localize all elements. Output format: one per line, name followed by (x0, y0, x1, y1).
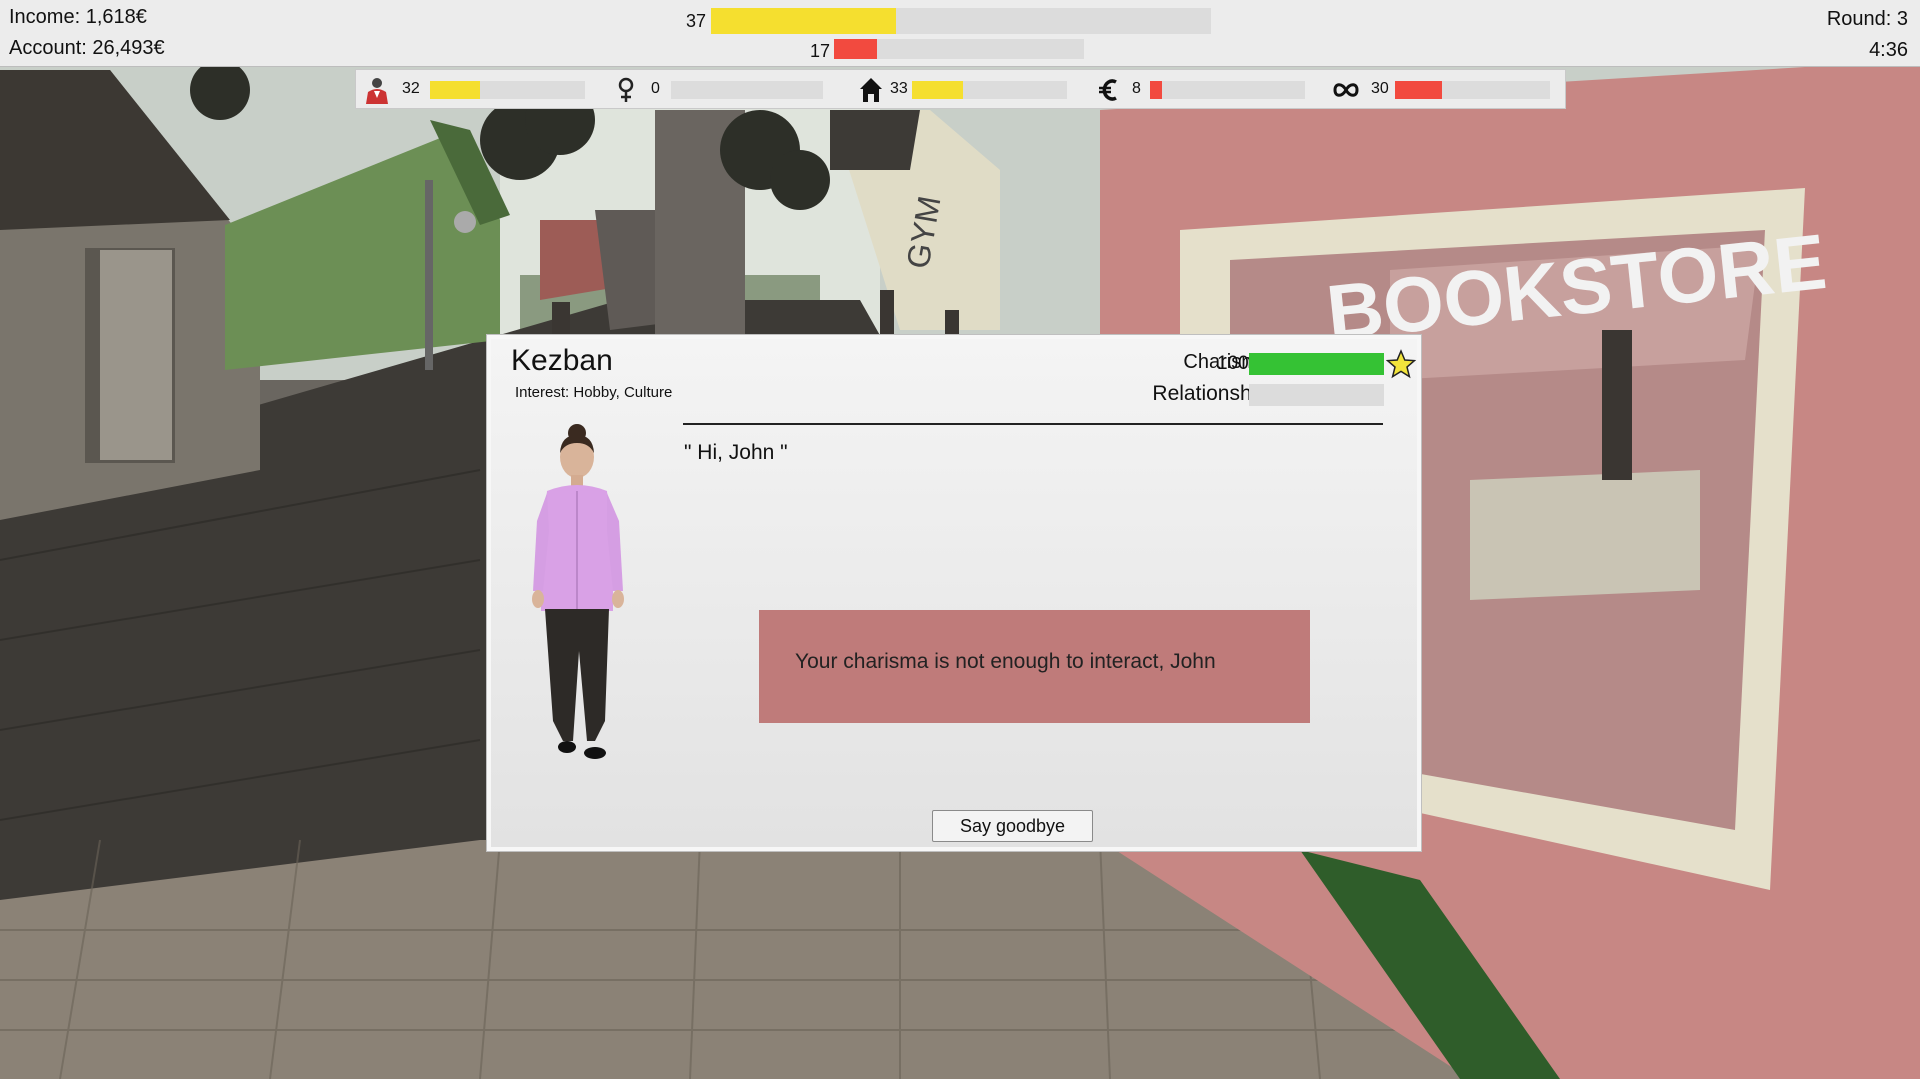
stat-time-bar (1395, 81, 1550, 99)
main-progress-bar-2 (834, 39, 1084, 59)
npc-dialog: Kezban Interest: Hobby, Culture Charisma… (487, 335, 1421, 851)
stat-time-value: 30 (1371, 80, 1389, 97)
income-readout: Income: 1,618€ (9, 6, 147, 28)
star-icon (1385, 349, 1417, 379)
stat-time-bar-fill (1395, 81, 1442, 99)
charisma-warning-text: Your charisma is not enough to interact,… (795, 649, 1216, 673)
timer-readout: 4:36 (1869, 39, 1908, 61)
main-bar-1-value: 37 (685, 11, 706, 31)
main-bar-2-value: 17 (809, 41, 830, 61)
npc-name: Kezban (511, 344, 613, 377)
stat-home-bar-fill (912, 81, 964, 99)
top-hud: Income: 1,618€ Account: 26,493€ 37 17 Ro… (0, 0, 1920, 67)
stat-home-bar (912, 81, 1067, 99)
stat-partner-value: 0 (651, 80, 660, 97)
say-goodbye-button[interactable]: Say goodbye (932, 810, 1093, 842)
stat-home-value: 33 (890, 80, 908, 97)
main-progress-bar-1-fill (711, 8, 896, 34)
house-icon (856, 76, 886, 104)
stats-strip: 32 0 33 8 30 (355, 69, 1566, 109)
main-progress-bar-2-fill (834, 39, 877, 59)
stat-money-bar (1150, 81, 1305, 99)
charisma-value: 100 (1217, 353, 1249, 374)
stat-career-bar (430, 81, 585, 99)
person-icon (362, 76, 392, 104)
npc-portrait (509, 421, 649, 823)
euro-icon (1094, 76, 1124, 104)
stat-career-value: 32 (402, 80, 420, 97)
header-divider (683, 423, 1383, 425)
stat-money-bar-fill (1150, 81, 1163, 99)
female-symbol-icon (611, 76, 641, 104)
account-readout: Account: 26,493€ (9, 37, 165, 59)
stat-money-value: 8 (1132, 80, 1141, 97)
charisma-bar-fill (1249, 353, 1384, 375)
npc-greeting: " Hi, John " (684, 441, 788, 464)
main-progress-bar-1 (711, 8, 1211, 34)
infinity-icon (1331, 76, 1361, 104)
npc-interest: Interest: Hobby, Culture (515, 384, 673, 401)
stat-partner-bar (671, 81, 823, 99)
relationship-bar (1249, 384, 1384, 406)
charisma-bar (1249, 353, 1384, 375)
stat-career-bar-fill (430, 81, 480, 99)
charisma-warning-box: Your charisma is not enough to interact,… (759, 610, 1310, 723)
round-readout: Round: 3 (1826, 8, 1908, 30)
